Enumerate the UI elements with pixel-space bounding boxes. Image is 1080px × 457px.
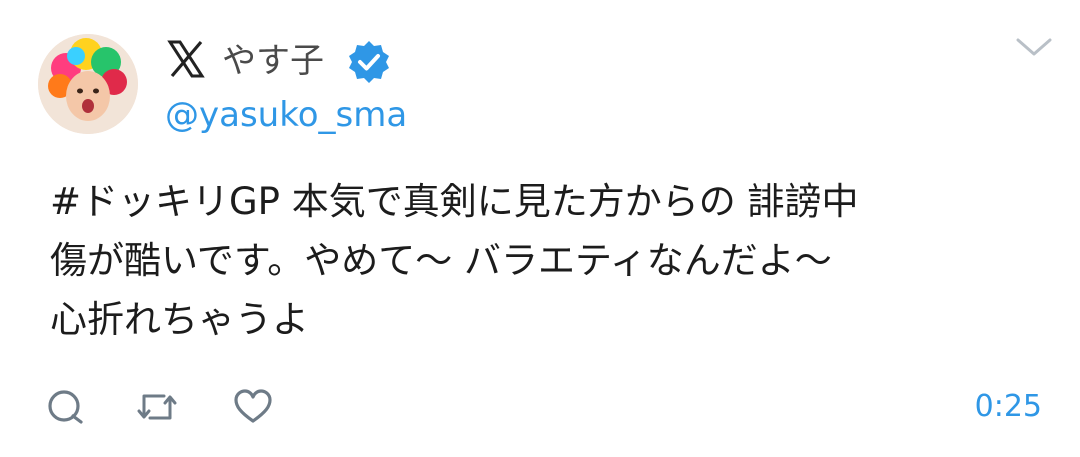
x-logo-icon	[167, 40, 205, 78]
avatar-image	[38, 34, 138, 134]
timestamp[interactable]: 0:25	[975, 386, 1042, 428]
chevron-down-icon[interactable]	[1012, 32, 1056, 62]
retweet-icon[interactable]	[136, 386, 178, 428]
tweet-text: #ドッキリGP 本気で真剣に見た方からの 誹謗中 傷が酷いです。やめて〜 バラエ…	[50, 172, 1050, 349]
author-name[interactable]: やす子	[222, 38, 324, 84]
tweet-text-line: #ドッキリGP 本気で真剣に見た方からの 誹謗中	[50, 180, 859, 223]
reply-icon[interactable]	[44, 386, 86, 428]
avatar[interactable]	[38, 34, 138, 134]
tweet-text-line: 傷が酷いです。やめて〜 バラエティなんだよ〜	[50, 239, 832, 282]
author-handle[interactable]: @yasuko_sma	[165, 92, 407, 138]
tweet-text-line: 心折れちゃうよ	[50, 298, 309, 341]
heart-icon[interactable]	[232, 386, 274, 428]
verified-badge-icon	[349, 41, 389, 83]
